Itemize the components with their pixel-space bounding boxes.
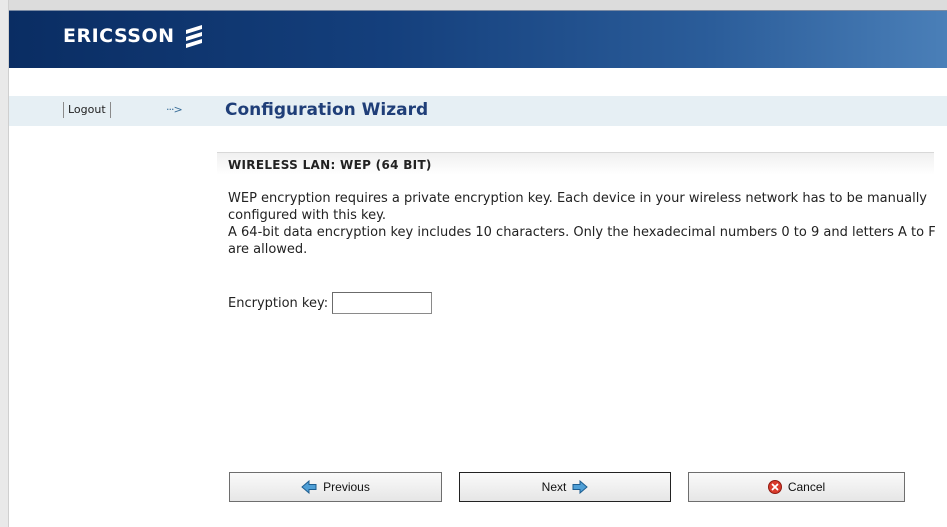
brand-name: ERICSSON	[63, 25, 175, 47]
window-top-strip	[0, 0, 947, 10]
nav-bar: Logout ···> Configuration Wizard	[9, 96, 947, 126]
section-header: WIRELESS LAN: WEP (64 BIT)	[217, 152, 934, 175]
cancel-button[interactable]: Cancel	[688, 472, 905, 502]
previous-label: Previous	[323, 480, 370, 494]
next-label: Next	[541, 480, 567, 494]
description-paragraph: WEP encryption requires a private encryp…	[228, 191, 928, 223]
previous-button[interactable]: Previous	[229, 472, 442, 502]
logout-link[interactable]: Logout	[63, 102, 111, 118]
ericsson-logo: ERICSSON	[63, 24, 205, 48]
encryption-key-row: Encryption key:	[228, 290, 433, 316]
cancel-x-icon	[767, 480, 782, 494]
encryption-key-label: Encryption key:	[228, 295, 329, 311]
section-title: WIRELESS LAN: WEP (64 BIT)	[228, 158, 432, 172]
wizard-page: ERICSSON Logout ···> Configuration Wizar…	[0, 0, 947, 527]
description-text: WEP encryption requires a private encryp…	[228, 190, 944, 258]
arrow-right-icon	[572, 480, 589, 494]
dotted-arrow-icon: ···>	[166, 103, 183, 116]
next-button[interactable]: Next	[459, 472, 671, 502]
ericsson-stripes-icon	[183, 24, 205, 48]
description-paragraph: A 64-bit data encryption key includes 10…	[228, 225, 936, 257]
page-title: Configuration Wizard	[225, 100, 429, 120]
arrow-left-icon	[301, 480, 317, 494]
cancel-label: Cancel	[787, 480, 826, 494]
encryption-key-input[interactable]	[332, 292, 433, 314]
header-banner: ERICSSON	[9, 10, 947, 68]
left-frame-border	[0, 0, 9, 527]
